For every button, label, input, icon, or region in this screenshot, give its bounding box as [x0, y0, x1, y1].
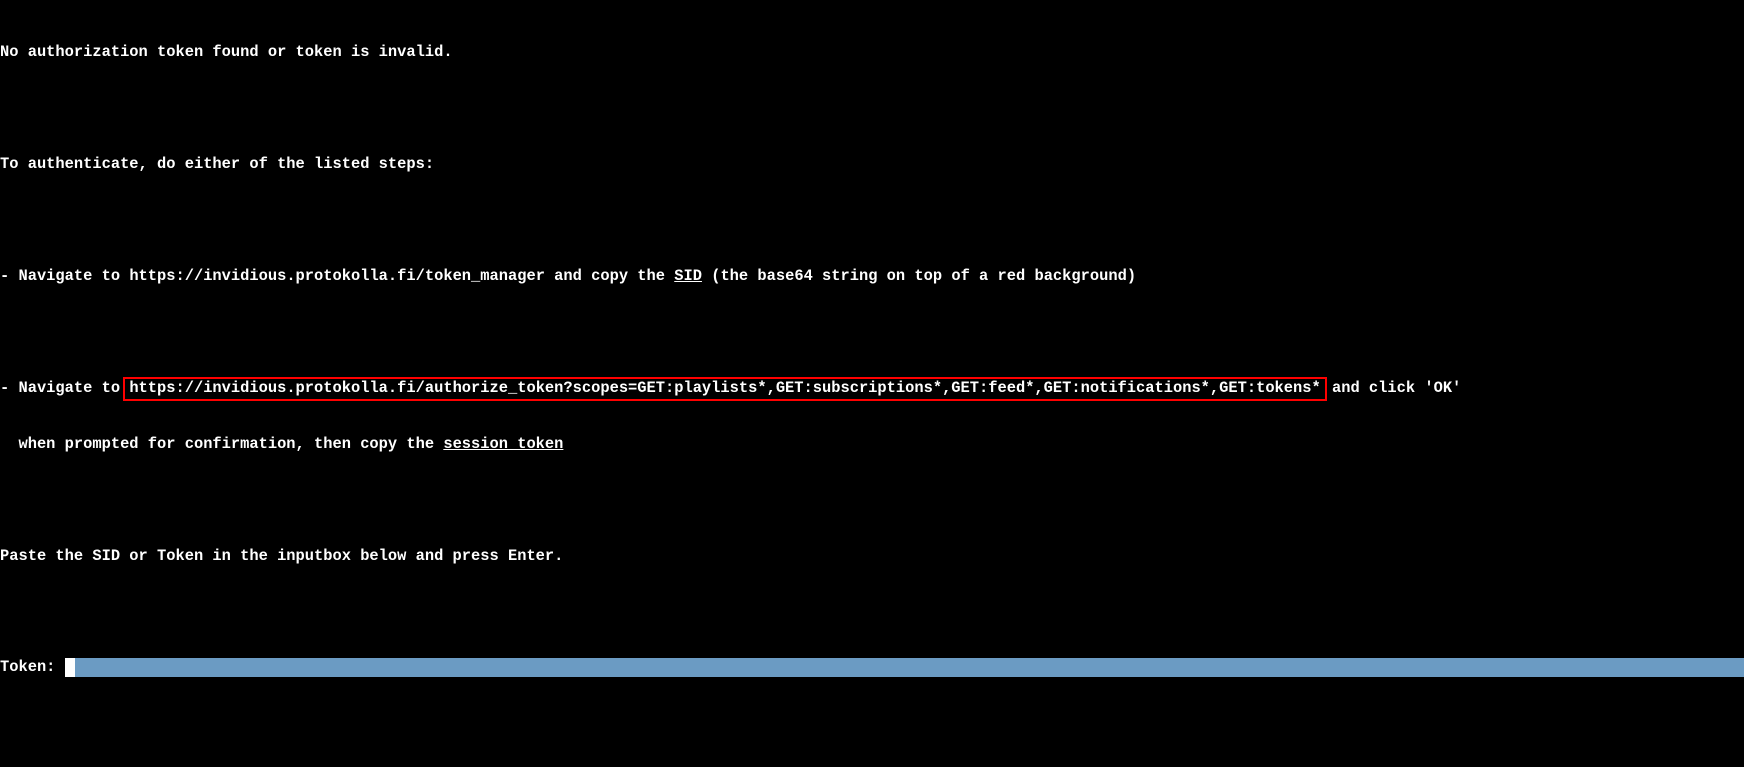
- step1-prefix: - Navigate to: [0, 267, 129, 285]
- step2-line: - Navigate to https://invidious.protokol…: [0, 378, 1744, 398]
- step2-line2-prefix: when prompted for confirmation, then cop…: [0, 435, 443, 453]
- step1-url: https://invidious.protokolla.fi/token_ma…: [129, 267, 545, 285]
- blank-line: [0, 490, 1744, 510]
- token-label: Token:: [0, 658, 65, 677]
- blank-line: [0, 98, 1744, 118]
- blank-line: [0, 322, 1744, 342]
- blank-line: [0, 602, 1744, 622]
- blank-line: [0, 210, 1744, 230]
- token-input[interactable]: [75, 658, 1744, 677]
- step2-suffix: and click 'OK': [1323, 379, 1462, 397]
- step1-sid: SID: [674, 267, 702, 285]
- auth-intro: To authenticate, do either of the listed…: [0, 154, 1744, 174]
- step2-prefix: - Navigate to: [0, 379, 129, 397]
- paste-instruction: Paste the SID or Token in the inputbox b…: [0, 546, 1744, 566]
- terminal-screen: No authorization token found or token is…: [0, 0, 1744, 695]
- token-input-wrap[interactable]: [65, 658, 1744, 677]
- error-line: No authorization token found or token is…: [0, 42, 1744, 62]
- text-cursor-icon: [65, 658, 75, 677]
- step2-session-token: session token: [443, 435, 563, 453]
- token-row: Token:: [0, 658, 1744, 677]
- step2-url-highlight: https://invidious.protokolla.fi/authoriz…: [123, 377, 1326, 401]
- step1-suffix: (the base64 string on top of a red backg…: [702, 267, 1136, 285]
- step1-mid: and copy the: [545, 267, 674, 285]
- step1-line: - Navigate to https://invidious.protokol…: [0, 266, 1744, 286]
- step2-line2: when prompted for confirmation, then cop…: [0, 434, 1744, 454]
